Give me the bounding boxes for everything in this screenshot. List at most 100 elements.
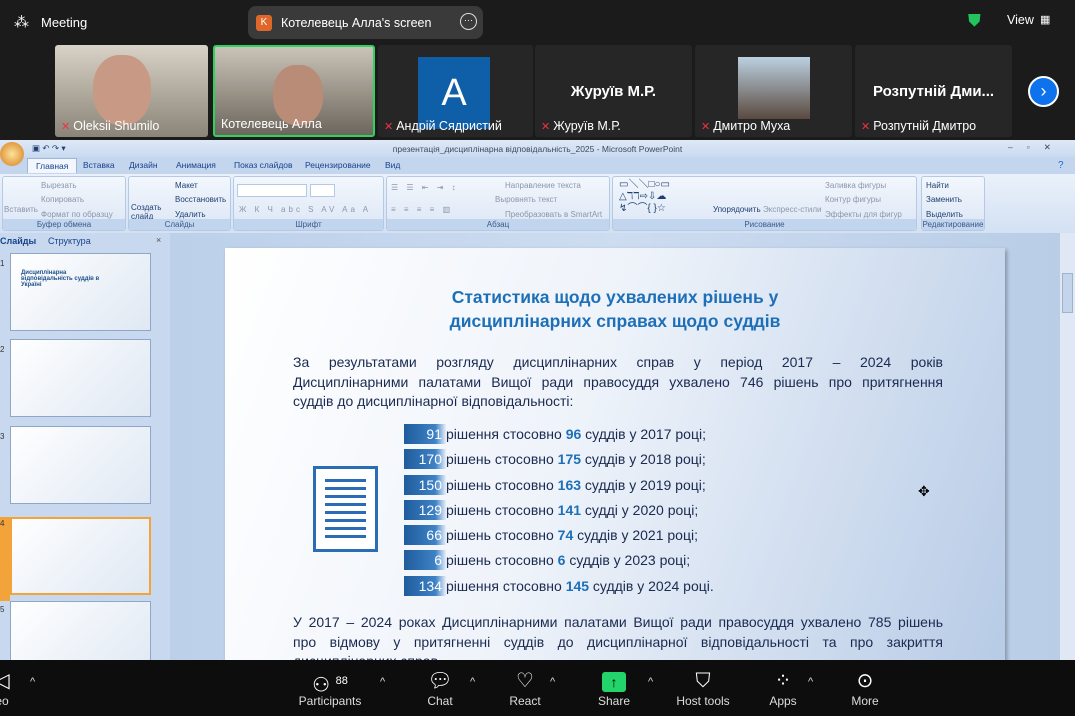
shapes-gallery[interactable]: ▭＼＼□○▭ △ℸℸ⇨⇩☁ ↯⌒⌒{ }☆ bbox=[619, 179, 670, 215]
participant-tile[interactable]: ✕ Oleksii Shumilo bbox=[55, 45, 208, 137]
video-button[interactable]: ◁eo bbox=[0, 668, 14, 708]
replace-button[interactable]: Заменить bbox=[926, 195, 962, 204]
window-controls-icon[interactable]: –▫✕ bbox=[1008, 142, 1065, 153]
participant-tile[interactable]: A ✕ Андрій Сядристий bbox=[378, 45, 533, 137]
grid-view-icon: ▦ bbox=[1040, 14, 1051, 26]
help-icon[interactable]: ? bbox=[1058, 160, 1064, 171]
tab-insert[interactable]: Вставка bbox=[83, 160, 115, 170]
participant-display-name: Журуїв М.Р. bbox=[570, 83, 657, 100]
participants-count: 88 bbox=[335, 675, 348, 687]
share-pill-label: Котелевець Алла's screen bbox=[281, 16, 432, 30]
meeting-top-bar: ⁂ Meeting K Котелевець Алла's screen ···… bbox=[0, 0, 1075, 45]
share-button[interactable]: ↑ Share bbox=[594, 668, 634, 708]
security-shield-icon[interactable]: ⛊ bbox=[968, 11, 981, 31]
shape-fill-button[interactable]: Заливка фигуры bbox=[825, 181, 886, 190]
ribbon: Вставить Вырезать Копировать Формат по о… bbox=[0, 174, 1075, 233]
tab-slides[interactable]: Слайды bbox=[0, 236, 36, 246]
participant-name: Oleksii Shumilo bbox=[73, 119, 160, 133]
layout-button[interactable]: Макет bbox=[175, 181, 198, 190]
slide-number: 2 bbox=[0, 345, 5, 354]
participant-tile[interactable]: Журуїв М.Р. ✕ Журуїв М.Р. bbox=[535, 45, 692, 137]
chat-button[interactable]: 💬︎ Chat bbox=[420, 668, 460, 708]
arrange-button[interactable]: Упорядочить bbox=[713, 205, 761, 214]
chat-caret[interactable]: ^ bbox=[470, 676, 475, 688]
delete-slide-button[interactable]: Удалить bbox=[175, 210, 206, 219]
paste-button[interactable]: Вставить bbox=[4, 205, 38, 214]
group-paragraph: ☰ ☰ ⇤ ⇥ ↕ ≡ ≡ ≡ ≡ ▥ Направление текста В… bbox=[386, 176, 610, 231]
list-buttons[interactable]: ☰ ☰ ⇤ ⇥ ↕ bbox=[391, 183, 459, 192]
apps-caret[interactable]: ^ bbox=[808, 676, 813, 688]
participant-tile[interactable]: ✕ Дмитро Муха bbox=[695, 45, 852, 137]
selected-slide-indicator bbox=[0, 517, 10, 601]
cut-button[interactable]: Вырезать bbox=[41, 181, 77, 190]
slide-thumbnail[interactable]: Дисциплінарна відповідальність суддів в … bbox=[10, 253, 151, 331]
slide-thumbnail[interactable] bbox=[10, 339, 151, 417]
tab-home[interactable]: Главная bbox=[27, 158, 78, 173]
group-label: Редактирование bbox=[922, 219, 984, 230]
quick-styles-button[interactable]: Экспресс-стили bbox=[763, 205, 822, 214]
participant-tile[interactable]: Розпутній Дми... ✕ Розпутній Дмитро bbox=[855, 45, 1012, 137]
video-options-caret[interactable]: ^ bbox=[30, 676, 35, 688]
thumb-title: Дисциплінарна відповідальність суддів в … bbox=[21, 270, 100, 288]
meeting-icon: ⁂ bbox=[14, 14, 29, 31]
host-tools-button[interactable]: ⛉ Host tools bbox=[672, 668, 734, 708]
slide-number: 4 bbox=[0, 519, 5, 528]
participants-caret[interactable]: ^ bbox=[380, 676, 385, 688]
screen-share-pill[interactable]: K Котелевець Алла's screen ··· bbox=[248, 6, 483, 39]
align-buttons[interactable]: ≡ ≡ ≡ ≡ ▥ bbox=[391, 205, 453, 214]
scrollbar-thumb[interactable] bbox=[1062, 273, 1073, 313]
shield-icon: ⛉ bbox=[695, 670, 711, 692]
smartart-button[interactable]: Преобразовать в SmartArt bbox=[505, 210, 602, 219]
copy-button[interactable]: Копировать bbox=[41, 195, 84, 204]
vertical-scrollbar[interactable] bbox=[1060, 233, 1075, 660]
align-text-button[interactable]: Выровнять текст bbox=[495, 195, 557, 204]
tab-review[interactable]: Рецензирование bbox=[305, 160, 371, 170]
react-caret[interactable]: ^ bbox=[550, 676, 555, 688]
font-format-buttons[interactable]: Ж К Ч abc S AV Aa A bbox=[239, 205, 371, 214]
more-icon: ⊙ bbox=[856, 670, 874, 692]
judge-count: 175 bbox=[557, 451, 582, 467]
view-button[interactable]: View bbox=[1007, 13, 1034, 27]
slide-thumbnail[interactable] bbox=[10, 426, 151, 504]
tab-outline[interactable]: Структура bbox=[48, 236, 91, 246]
decision-count: 170 bbox=[404, 449, 446, 469]
group-slides: Создать слайд Макет Восстановить Удалить… bbox=[128, 176, 231, 231]
next-page-arrow-icon[interactable]: › bbox=[1028, 76, 1059, 107]
mic-muted-icon: ✕ bbox=[541, 121, 551, 133]
find-button[interactable]: Найти bbox=[926, 181, 949, 190]
share-caret[interactable]: ^ bbox=[648, 676, 653, 688]
participant-tile-active[interactable]: Котелевець Алла bbox=[213, 45, 375, 137]
reset-button[interactable]: Восстановить bbox=[175, 195, 226, 204]
close-panel-icon[interactable]: × bbox=[156, 235, 161, 245]
font-name-select[interactable] bbox=[237, 184, 307, 197]
stat-text: рішення стосовно 96 суддів у 2017 році; bbox=[446, 426, 706, 442]
participant-name: Андрій Сядристий bbox=[396, 119, 502, 133]
apps-button[interactable]: ⁘ Apps bbox=[763, 668, 803, 708]
stat-text: рішень стосовно 141 судді у 2020 році; bbox=[446, 502, 699, 518]
tab-slideshow[interactable]: Показ слайдов bbox=[234, 160, 293, 170]
slide-number: 1 bbox=[0, 259, 5, 268]
participant-display-name: Розпутній Дми... bbox=[872, 83, 995, 100]
shape-effects-button[interactable]: Эффекты для фигур bbox=[825, 210, 902, 219]
slide-thumbnail-selected[interactable] bbox=[10, 517, 151, 595]
more-button[interactable]: ⊙ More bbox=[845, 668, 885, 708]
tab-view[interactable]: Вид bbox=[385, 160, 400, 170]
document-icon bbox=[313, 466, 378, 552]
slide-canvas[interactable]: Статистика щодо ухвалених рішень у дисци… bbox=[225, 248, 1005, 669]
office-button[interactable] bbox=[0, 142, 24, 166]
text-direction-button[interactable]: Направление текста bbox=[505, 181, 581, 190]
select-button[interactable]: Выделить bbox=[926, 210, 963, 219]
chat-icon: 💬︎ bbox=[427, 670, 453, 692]
font-size-select[interactable] bbox=[310, 184, 335, 197]
title-bar: ▣ ↶ ↷ ▾ презентація_дисциплінарна відпов… bbox=[0, 140, 1075, 166]
group-font: Ж К Ч abc S AV Aa A Шрифт bbox=[233, 176, 384, 231]
format-painter-button[interactable]: Формат по образцу bbox=[41, 210, 113, 219]
more-options-icon[interactable]: ··· bbox=[460, 13, 477, 30]
tab-animation[interactable]: Анимация bbox=[176, 160, 216, 170]
participants-button[interactable]: ⚇ 88 Participants bbox=[295, 668, 365, 708]
react-button[interactable]: ♡ React bbox=[505, 668, 545, 708]
slide-number: 3 bbox=[0, 432, 5, 441]
tab-design[interactable]: Дизайн bbox=[129, 160, 158, 170]
shape-outline-button[interactable]: Контур фигуры bbox=[825, 195, 881, 204]
mic-muted-icon: ✕ bbox=[861, 121, 871, 133]
